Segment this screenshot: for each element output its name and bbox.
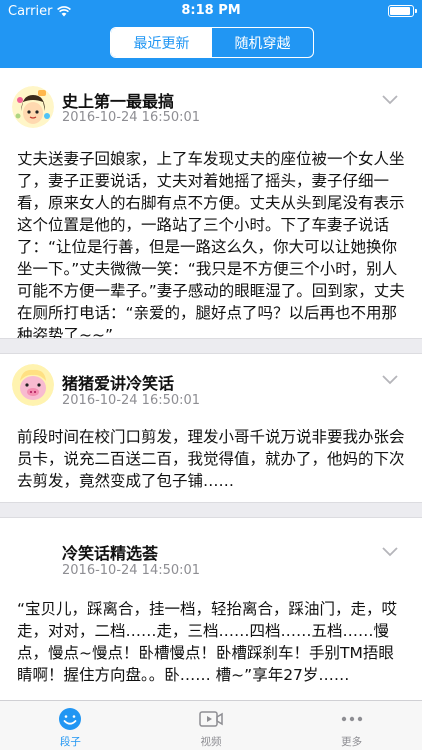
more-dots-icon (341, 716, 362, 722)
tab-jokes[interactable]: 段子 (0, 701, 141, 750)
tab-label: 更多 (341, 736, 363, 748)
divider (0, 338, 422, 354)
tab-more[interactable]: 更多 (281, 701, 422, 750)
tab-bar: 段子 视频 更多 (0, 700, 422, 750)
post-content: 丈夫送妻子回娘家，上了车发现丈夫的座位被一个女人坐了，妻子正要说话，丈夫对着她摇… (17, 150, 405, 344)
segment-random[interactable]: 随机穿越 (212, 28, 313, 57)
post-feed[interactable]: 史上第一最最搞 2016-10-24 16:50:01 丈夫送妻子回娘家，上了车… (0, 68, 422, 700)
post-content: “宝贝儿，踩离合，挂一档，轻抬离合，踩油门，走，哎走，对对，二档……走，三档……… (17, 600, 398, 684)
post-author: 猪猪爱讲冷笑话 (62, 374, 175, 393)
post-date: 2016-10-24 16:50:01 (62, 110, 201, 125)
post-card: 冷笑话精选荟 2016-10-24 14:50:01 “宝贝儿，踩离合，挂一档，… (0, 518, 422, 700)
avatar[interactable] (12, 364, 54, 406)
smiley-icon (59, 708, 82, 730)
segmented-control: 最近更新 随机穿越 (110, 27, 314, 58)
post-author: 史上第一最最搞 (62, 92, 175, 111)
tab-label: 视频 (200, 736, 222, 748)
segment-recent-updates[interactable]: 最近更新 (111, 28, 212, 57)
status-bar: Carrier 8:18 PM (0, 0, 422, 22)
post-card: 史上第一最最搞 2016-10-24 16:50:01 丈夫送妻子回娘家，上了车… (0, 68, 422, 344)
status-time: 8:18 PM (181, 3, 241, 18)
tab-label: 段子 (59, 736, 81, 748)
post-card: 猪猪爱讲冷笑话 2016-10-24 16:50:01 前段时间在校门口剪发，理… (0, 354, 422, 502)
battery-icon (388, 5, 417, 17)
navigation-bar: Carrier 8:18 PM 最近更新 随机穿越 (0, 0, 422, 68)
post-content: 前段时间在校门口剪发，理发小哥千说万说非要我办张会员卡，说充二百送二百，我觉得值… (17, 428, 405, 490)
divider (0, 502, 422, 518)
chevron-down-icon[interactable] (380, 544, 400, 558)
avatar[interactable] (12, 86, 54, 128)
tab-video[interactable]: 视频 (141, 701, 282, 750)
post-date: 2016-10-24 14:50:01 (62, 563, 201, 578)
video-icon (199, 711, 223, 727)
post-author: 冷笑话精选荟 (62, 544, 159, 563)
chevron-down-icon[interactable] (380, 372, 400, 386)
post-date: 2016-10-24 16:50:01 (62, 393, 201, 408)
chevron-down-icon[interactable] (380, 92, 400, 106)
